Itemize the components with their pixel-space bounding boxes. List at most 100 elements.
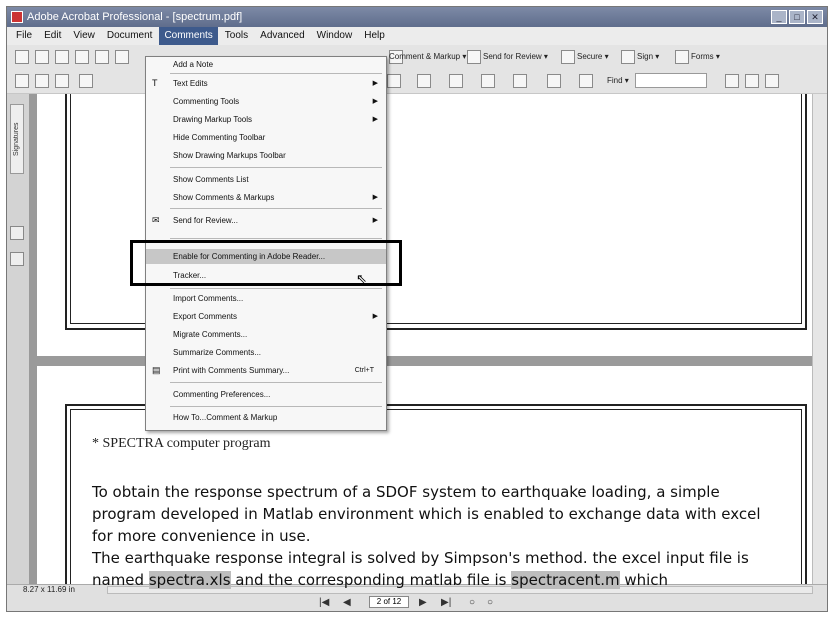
stamp-icon[interactable] bbox=[449, 74, 463, 88]
attach-icon[interactable] bbox=[481, 74, 495, 88]
highlight-file-m: spectracent.m bbox=[511, 571, 620, 589]
menu-item-label: Show Drawing Markups Toolbar bbox=[173, 151, 286, 160]
menu-item-migrate-comments[interactable]: Migrate Comments... bbox=[146, 327, 386, 342]
menu-item-label: Add a Note bbox=[173, 60, 214, 69]
menu-item-commenting-preferences[interactable]: Commenting Preferences... bbox=[146, 387, 386, 402]
send-for-review-menu-icon: ✉ bbox=[152, 215, 160, 225]
menu-separator bbox=[170, 73, 382, 74]
highlight-file-xls: spectra.xls bbox=[148, 571, 231, 589]
menu-item-show-comments-list[interactable]: Show Comments List bbox=[146, 172, 386, 187]
first-page-button[interactable]: |◀ bbox=[319, 597, 329, 608]
menu-file[interactable]: File bbox=[11, 27, 37, 45]
submenu-arrow-icon: ▶ bbox=[372, 194, 378, 201]
shapes-icon[interactable] bbox=[513, 74, 527, 88]
menu-item-commenting-tools[interactable]: Commenting Tools ▶ bbox=[146, 94, 386, 109]
prev-result-icon[interactable] bbox=[725, 74, 739, 88]
previous-view-button[interactable]: ○ bbox=[469, 597, 475, 608]
mouse-cursor-icon: ⇖ bbox=[356, 271, 367, 286]
sign-button[interactable]: Sign ▾ bbox=[637, 50, 659, 64]
menu-window[interactable]: Window bbox=[312, 27, 358, 45]
menu-item-label: Show Comments & Markups bbox=[173, 193, 275, 202]
menu-item-label: Export Comments bbox=[173, 312, 238, 321]
menu-item-export-comments[interactable]: Export Comments ▶ bbox=[146, 309, 386, 324]
paragraph-2-end: which bbox=[619, 571, 669, 589]
menu-item-label: Migrate Comments... bbox=[173, 330, 248, 339]
submenu-arrow-icon: ▶ bbox=[372, 116, 378, 123]
menu-tools[interactable]: Tools bbox=[220, 27, 253, 45]
minimize-button[interactable]: _ bbox=[771, 10, 787, 24]
sign-pen-icon[interactable] bbox=[621, 50, 635, 64]
menu-edit[interactable]: Edit bbox=[39, 27, 66, 45]
settings-icon[interactable] bbox=[579, 74, 593, 88]
panel-collapse-icon[interactable] bbox=[10, 252, 24, 266]
menu-item-how-to[interactable]: How To...Comment & Markup bbox=[146, 410, 386, 425]
acrobat-app-icon bbox=[11, 11, 23, 23]
hand-tool-icon[interactable] bbox=[15, 74, 29, 88]
menu-item-show-comments-markups[interactable]: Show Comments & Markups ▶ bbox=[146, 190, 386, 205]
menu-item-import-comments[interactable]: Import Comments... bbox=[146, 291, 386, 306]
menu-item-drawing-markup-tools[interactable]: Drawing Markup Tools ▶ bbox=[146, 112, 386, 127]
menu-item-label: Print with Comments Summary... bbox=[173, 366, 290, 375]
text-edits-icon: T bbox=[152, 78, 158, 88]
print-icon[interactable] bbox=[75, 50, 89, 64]
maximize-button[interactable]: □ bbox=[789, 10, 805, 24]
next-view-button[interactable]: ○ bbox=[487, 597, 493, 608]
menu-separator bbox=[170, 382, 382, 383]
forms-button[interactable]: Forms ▾ bbox=[691, 50, 720, 64]
create-pdf-icon[interactable] bbox=[15, 50, 29, 64]
menu-item-label: Commenting Tools bbox=[173, 97, 240, 106]
menu-separator bbox=[170, 167, 382, 168]
next-page-button[interactable]: ▶ bbox=[419, 597, 427, 608]
menu-item-label: How To...Comment & Markup bbox=[173, 413, 278, 422]
menu-item-print-with-comments-summary[interactable]: ▤ Print with Comments Summary... Ctrl+T bbox=[146, 363, 386, 378]
page-size-label: 8.27 x 11.69 in bbox=[23, 585, 75, 594]
previous-page-button[interactable]: ◀ bbox=[343, 597, 351, 608]
menu-item-summarize-comments[interactable]: Summarize Comments... bbox=[146, 345, 386, 360]
submenu-arrow-icon: ▶ bbox=[372, 98, 378, 105]
highlight-icon[interactable] bbox=[387, 74, 401, 88]
line-tool-icon[interactable] bbox=[547, 74, 561, 88]
secure-button[interactable]: Secure ▾ bbox=[577, 50, 609, 64]
menu-item-label: Import Comments... bbox=[173, 294, 244, 303]
menu-item-text-edits[interactable]: T Text Edits ▶ bbox=[146, 76, 386, 91]
signatures-tab[interactable]: Signatures bbox=[10, 104, 24, 174]
page-number-field[interactable]: 2 of 12 bbox=[369, 596, 409, 608]
send-for-review-icon[interactable] bbox=[467, 50, 481, 64]
text-edit-icon[interactable] bbox=[417, 74, 431, 88]
zoom-icon[interactable] bbox=[79, 74, 93, 88]
export-icon[interactable] bbox=[115, 50, 129, 64]
snapshot-icon[interactable] bbox=[55, 74, 69, 88]
close-button[interactable]: ✕ bbox=[807, 10, 823, 24]
select-tool-icon[interactable] bbox=[35, 74, 49, 88]
find-options-icon[interactable] bbox=[765, 74, 779, 88]
menu-view[interactable]: View bbox=[68, 27, 100, 45]
panel-button[interactable] bbox=[10, 226, 24, 240]
title-bar: Adobe Acrobat Professional - [spectrum.p… bbox=[7, 7, 827, 27]
paragraph-2: The earthquake response integral is solv… bbox=[92, 547, 782, 591]
menu-item-add-note[interactable]: Add a Note bbox=[146, 57, 386, 72]
comment-markup-button[interactable]: Comment & Markup ▾ bbox=[389, 50, 466, 64]
next-result-icon[interactable] bbox=[745, 74, 759, 88]
menu-comments[interactable]: Comments bbox=[159, 27, 218, 45]
secure-icon[interactable] bbox=[561, 50, 575, 64]
menu-item-label: Commenting Preferences... bbox=[173, 390, 271, 399]
send-for-review-button[interactable]: Send for Review ▾ bbox=[483, 50, 548, 64]
menu-item-label: Show Comments List bbox=[173, 175, 249, 184]
menu-advanced[interactable]: Advanced bbox=[255, 27, 309, 45]
email-icon[interactable] bbox=[95, 50, 109, 64]
open-icon[interactable] bbox=[35, 50, 49, 64]
forms-icon[interactable] bbox=[675, 50, 689, 64]
menu-separator bbox=[170, 288, 382, 289]
menu-help[interactable]: Help bbox=[359, 27, 390, 45]
find-input[interactable] bbox=[635, 73, 707, 88]
menu-item-show-drawing-toolbar[interactable]: Show Drawing Markups Toolbar bbox=[146, 148, 386, 163]
menu-document[interactable]: Document bbox=[102, 27, 158, 45]
save-icon[interactable] bbox=[55, 50, 69, 64]
menu-item-send-for-review[interactable]: ✉ Send for Review... ▶ bbox=[146, 213, 386, 228]
last-page-button[interactable]: ▶| bbox=[441, 597, 451, 608]
find-label[interactable]: Find ▾ bbox=[607, 74, 629, 88]
menu-item-hide-commenting-toolbar[interactable]: Hide Commenting Toolbar bbox=[146, 130, 386, 145]
print-summary-icon: ▤ bbox=[152, 365, 161, 375]
menu-shortcut: Ctrl+T bbox=[354, 367, 374, 374]
vertical-scrollbar[interactable] bbox=[812, 94, 827, 585]
